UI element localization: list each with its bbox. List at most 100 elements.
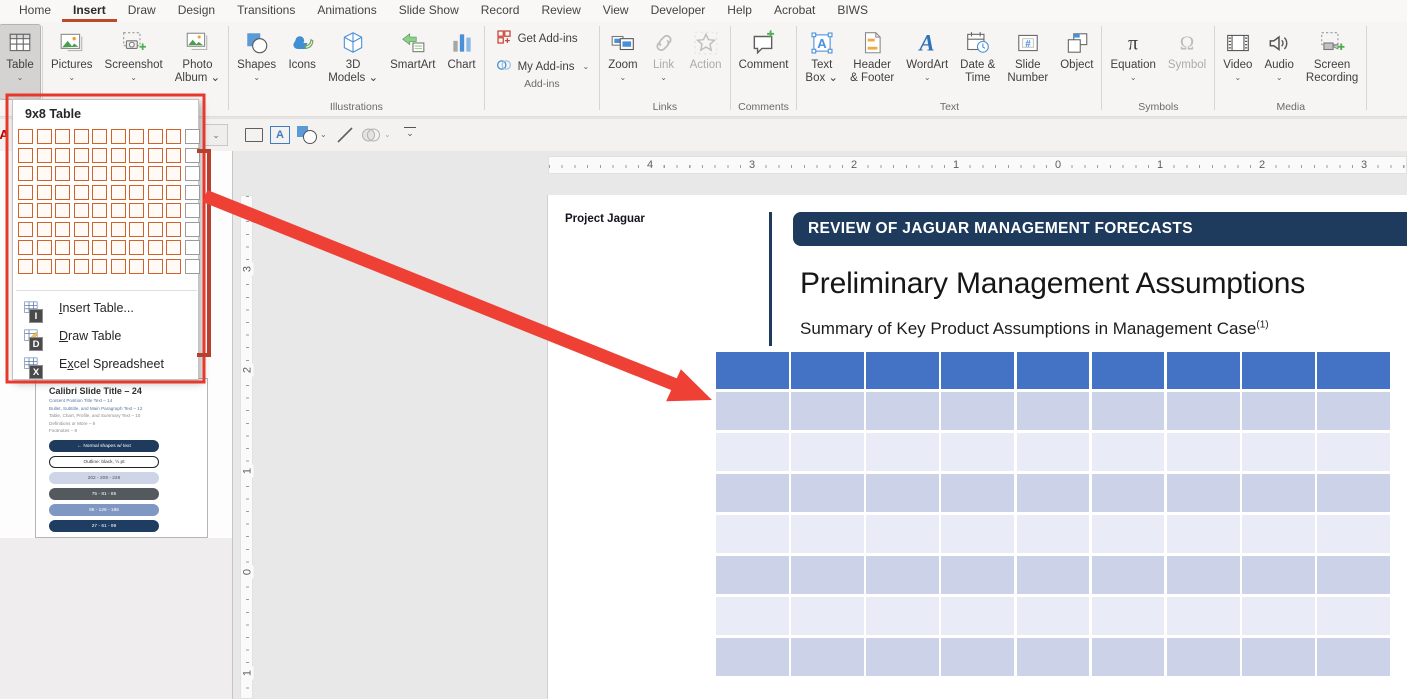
table-grid-cell-r4c10[interactable] — [185, 185, 200, 200]
slide-table-cell[interactable] — [791, 474, 864, 513]
table-size-grid[interactable] — [18, 129, 200, 274]
table-grid-cell-r7c7[interactable] — [129, 240, 144, 255]
table-grid-cell-r6c3[interactable] — [55, 222, 70, 237]
slide-table-cell[interactable] — [866, 515, 939, 554]
link-button[interactable]: Link⌄ — [644, 25, 684, 99]
table-grid-cell-r6c2[interactable] — [37, 222, 52, 237]
slide-table-cell[interactable] — [941, 556, 1014, 595]
table-grid-cell-r5c2[interactable] — [37, 203, 52, 218]
table-grid-cell-r5c6[interactable] — [111, 203, 126, 218]
menu-item-excel-spreadsheet[interactable]: xXExcel Spreadsheet — [13, 350, 200, 378]
slide-table-cell[interactable] — [866, 556, 939, 595]
table-grid-cell-r3c1[interactable] — [18, 166, 33, 181]
table-grid-cell-r5c9[interactable] — [166, 203, 181, 218]
slide-table-cell[interactable] — [1242, 392, 1315, 431]
tab-review[interactable]: Review — [530, 0, 591, 22]
slide-table-cell[interactable] — [1317, 433, 1390, 472]
slide-table-cell[interactable] — [1167, 433, 1240, 472]
table-grid-cell-r7c6[interactable] — [111, 240, 126, 255]
slide-table-cell[interactable] — [1092, 392, 1165, 431]
video-button[interactable]: Video⌄ — [1217, 25, 1258, 99]
table-grid-cell-r3c4[interactable] — [74, 166, 89, 181]
table-grid-cell-r3c8[interactable] — [148, 166, 163, 181]
table-grid-cell-r5c3[interactable] — [55, 203, 70, 218]
slide-table-cell[interactable] — [791, 392, 864, 431]
menu-item-insert-table[interactable]: IInsert Table... — [13, 294, 200, 322]
table-button[interactable]: Table⌄ — [0, 25, 40, 99]
table-grid-cell-r3c6[interactable] — [111, 166, 126, 181]
table-grid-cell-r4c4[interactable] — [74, 185, 89, 200]
slide-table-cell[interactable] — [1317, 556, 1390, 595]
slide-table-header-cell[interactable] — [1017, 352, 1090, 389]
chart-button[interactable]: Chart — [441, 25, 481, 99]
table-grid-cell-r7c10[interactable] — [185, 240, 200, 255]
photo-album-button[interactable]: Photo Album ⌄ — [169, 25, 226, 99]
tab-record[interactable]: Record — [470, 0, 531, 22]
table-grid-cell-r2c9[interactable] — [166, 148, 181, 163]
menu-item-draw-table[interactable]: DDraw Table — [13, 322, 200, 350]
slide-table-cell[interactable] — [716, 474, 789, 513]
table-grid-cell-r4c9[interactable] — [166, 185, 181, 200]
slide-table-cell[interactable] — [1092, 638, 1165, 677]
merge-shapes-chevron-icon[interactable]: ⌄ — [384, 130, 391, 139]
table-grid-cell-r2c4[interactable] — [74, 148, 89, 163]
slide-table[interactable] — [716, 352, 1390, 676]
slide-table-cell[interactable] — [716, 433, 789, 472]
shapes-button[interactable]: Shapes⌄ — [231, 25, 282, 99]
table-grid-cell-r3c10[interactable] — [185, 166, 200, 181]
table-grid-cell-r5c5[interactable] — [92, 203, 107, 218]
table-grid-cell-r1c5[interactable] — [92, 129, 107, 144]
table-grid-cell-r1c10[interactable] — [185, 129, 200, 144]
slide-table-cell[interactable] — [866, 474, 939, 513]
zoom-button[interactable]: Zoom⌄ — [602, 25, 643, 99]
table-grid-cell-r6c9[interactable] — [166, 222, 181, 237]
table-grid-cell-r5c8[interactable] — [148, 203, 163, 218]
slide-table-cell[interactable] — [1242, 597, 1315, 636]
comment-button[interactable]: Comment — [733, 25, 795, 99]
slide-table-header-cell[interactable] — [791, 352, 864, 389]
table-grid-cell-r6c1[interactable] — [18, 222, 33, 237]
line-tool-icon[interactable] — [335, 125, 355, 145]
slide-table-cell[interactable] — [716, 392, 789, 431]
header-footer-button[interactable]: Header & Footer — [844, 25, 900, 99]
table-grid-cell-r3c7[interactable] — [129, 166, 144, 181]
slide-table-cell[interactable] — [1167, 515, 1240, 554]
table-grid-cell-r2c5[interactable] — [92, 148, 107, 163]
table-grid-cell-r8c7[interactable] — [129, 259, 144, 274]
slide-table-cell[interactable] — [1092, 433, 1165, 472]
slide-table-cell[interactable] — [1092, 474, 1165, 513]
symbol-button[interactable]: ΩSymbol — [1162, 25, 1212, 99]
tab-insert[interactable]: Insert — [62, 0, 117, 22]
table-grid-cell-r2c10[interactable] — [185, 148, 200, 163]
project-name-label[interactable]: Project Jaguar — [565, 213, 645, 225]
tab-acrobat[interactable]: Acrobat — [763, 0, 826, 22]
slide-table-cell[interactable] — [1167, 474, 1240, 513]
slide-table-cell[interactable] — [791, 433, 864, 472]
table-grid-cell-r5c1[interactable] — [18, 203, 33, 218]
slide-table-cell[interactable] — [941, 638, 1014, 677]
slide-table-cell[interactable] — [866, 392, 939, 431]
table-grid-cell-r7c3[interactable] — [55, 240, 70, 255]
slide-table-cell[interactable] — [716, 597, 789, 636]
table-grid-cell-r2c2[interactable] — [37, 148, 52, 163]
tab-slide-show[interactable]: Slide Show — [388, 0, 470, 22]
tab-developer[interactable]: Developer — [640, 0, 717, 22]
slide-table-cell[interactable] — [1317, 638, 1390, 677]
slide-table-cell[interactable] — [1017, 474, 1090, 513]
slide-table-cell[interactable] — [791, 638, 864, 677]
table-grid-cell-r8c2[interactable] — [37, 259, 52, 274]
table-grid-cell-r1c6[interactable] — [111, 129, 126, 144]
slide-table-cell[interactable] — [941, 392, 1014, 431]
date-time-button[interactable]: Date & Time — [954, 25, 1001, 99]
table-grid-cell-r8c6[interactable] — [111, 259, 126, 274]
slide-table-cell[interactable] — [1317, 597, 1390, 636]
table-grid-cell-r4c6[interactable] — [111, 185, 126, 200]
my-add-ins-button[interactable]: My Add-ins⌄ — [495, 56, 590, 77]
slide-table-cell[interactable] — [1017, 638, 1090, 677]
table-grid-cell-r3c5[interactable] — [92, 166, 107, 181]
table-grid-cell-r3c2[interactable] — [37, 166, 52, 181]
table-grid-cell-r4c7[interactable] — [129, 185, 144, 200]
slide-title[interactable]: Preliminary Management Assumptions — [800, 267, 1305, 301]
slide-table-cell[interactable] — [866, 638, 939, 677]
slide-table-cell[interactable] — [716, 515, 789, 554]
